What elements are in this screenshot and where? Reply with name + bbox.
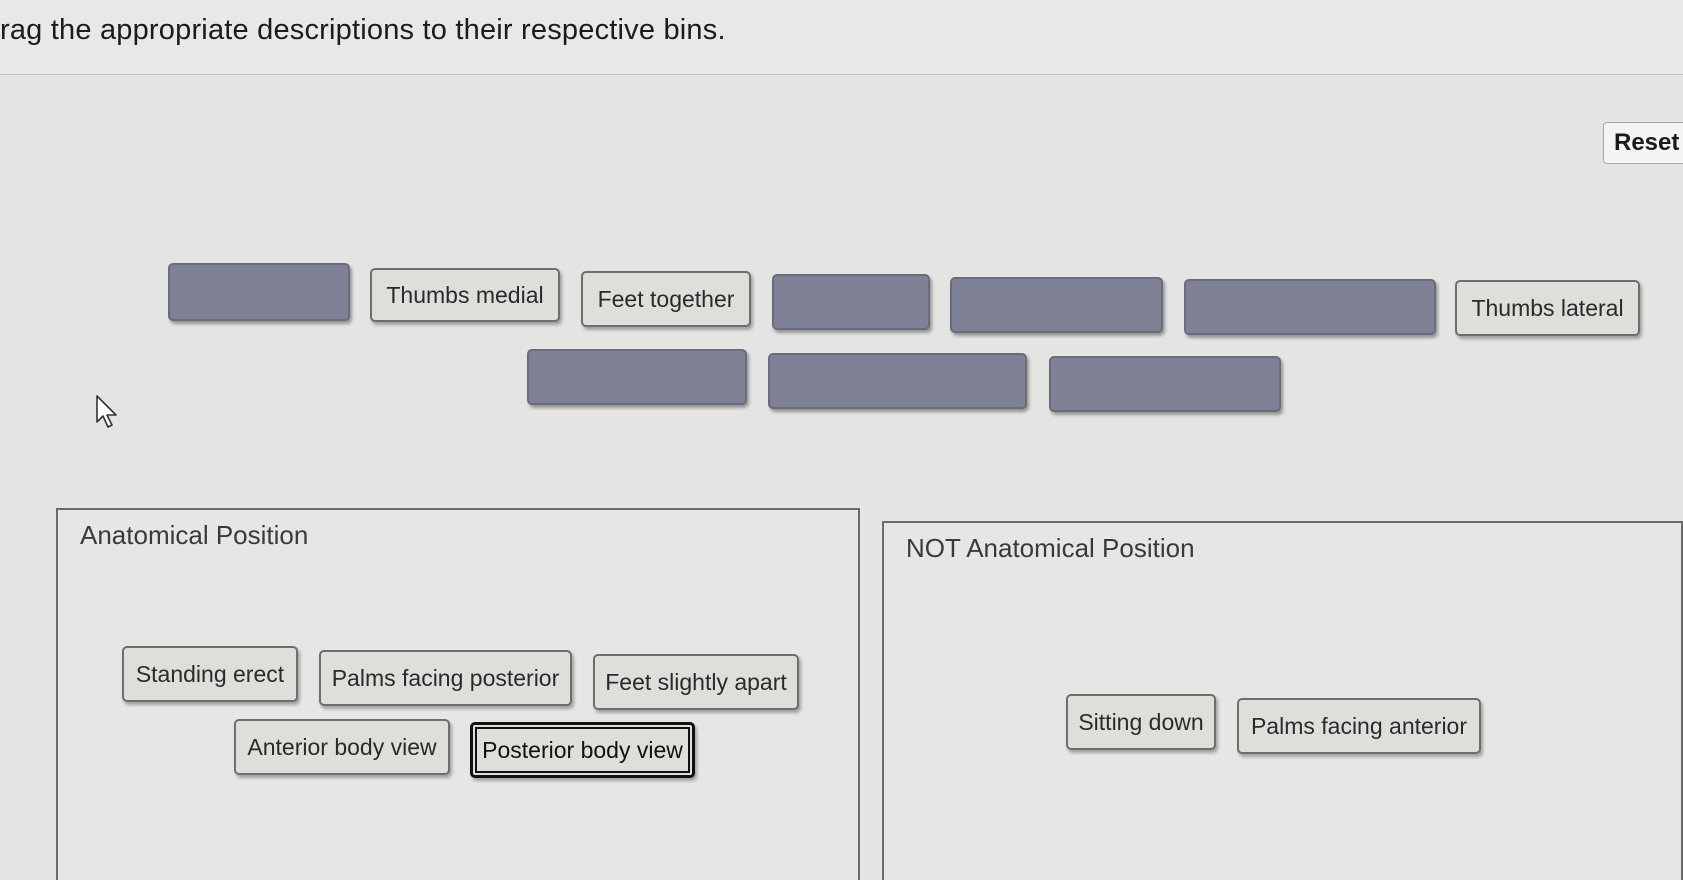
chip-palms-facing-anterior[interactable]: Palms facing anterior <box>1237 698 1481 754</box>
empty-slot[interactable] <box>950 277 1163 333</box>
empty-slot[interactable] <box>1049 356 1281 412</box>
chip-thumbs-lateral[interactable]: Thumbs lateral <box>1455 280 1640 336</box>
chip-posterior-body-view[interactable]: Posterior body view <box>470 722 695 778</box>
reset-button[interactable]: Reset <box>1603 122 1683 164</box>
empty-slot[interactable] <box>768 353 1027 409</box>
empty-slot[interactable] <box>168 263 350 321</box>
header-bar: rag the appropriate descriptions to thei… <box>0 0 1683 75</box>
chip-palms-facing-posterior[interactable]: Palms facing posterior <box>319 650 572 706</box>
empty-slot[interactable] <box>772 274 930 330</box>
chip-feet-slightly-apart[interactable]: Feet slightly apart <box>593 654 799 710</box>
chip-sitting-down[interactable]: Sitting down <box>1066 694 1216 750</box>
bin-title: NOT Anatomical Position <box>906 533 1195 563</box>
chip-feet-together[interactable]: Feet together <box>581 271 751 327</box>
instruction-text: rag the appropriate descriptions to thei… <box>0 14 726 46</box>
empty-slot[interactable] <box>1184 279 1436 335</box>
chip-standing-erect[interactable]: Standing erect <box>122 646 298 702</box>
empty-slot[interactable] <box>527 349 747 405</box>
chip-thumbs-medial[interactable]: Thumbs medial <box>370 268 560 322</box>
page: rag the appropriate descriptions to thei… <box>0 0 1683 880</box>
arrow-cursor-icon <box>96 395 117 428</box>
bin-title: Anatomical Position <box>80 520 309 550</box>
chip-anterior-body-view[interactable]: Anterior body view <box>234 719 450 775</box>
